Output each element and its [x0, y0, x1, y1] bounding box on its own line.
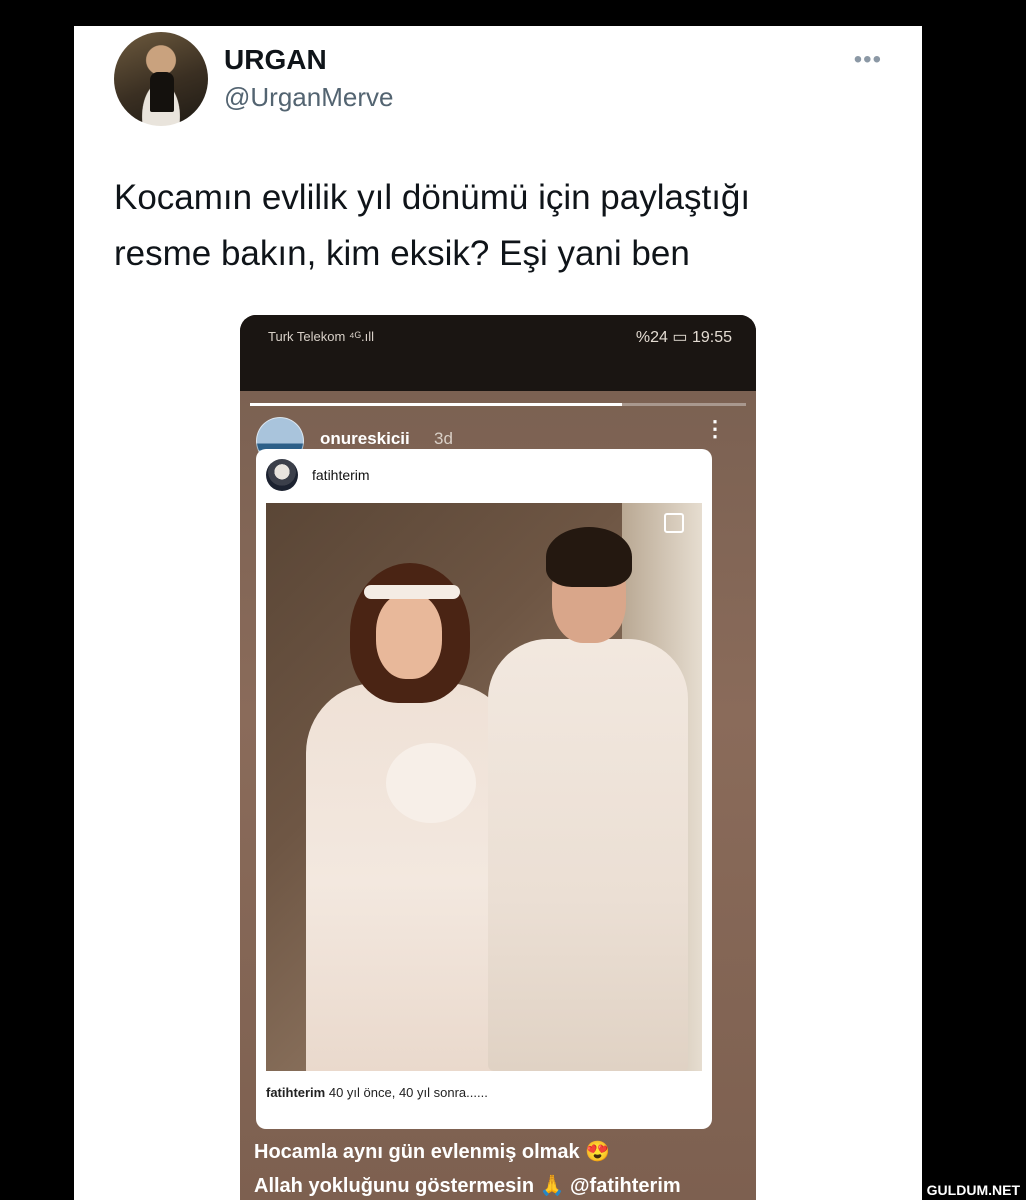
- overlay-line-2: Allah yokluğunu göstermesin 🙏 @fatihteri…: [254, 1175, 681, 1197]
- kebab-menu-icon[interactable]: ⋮: [704, 418, 726, 440]
- story-view: onureskicii 3d ⋮ fatihterim fatihterim 4…: [240, 391, 756, 1200]
- story-progress-bar: [250, 403, 746, 406]
- story-timestamp: 3d: [434, 429, 453, 448]
- caption-text: 40 yıl önce, 40 yıl sonra......: [325, 1085, 488, 1100]
- bride-figure: [306, 563, 516, 1071]
- display-name[interactable]: URGAN: [224, 44, 327, 76]
- carrier-name: Turk Telekom: [268, 329, 346, 344]
- story-overlay-text: Hocamla aynı gün evlenmiş olmak 😍 Allah …: [254, 1135, 754, 1200]
- tweet-text-line-2: resme bakın, kim eksik? Eşi yani ben: [114, 234, 690, 273]
- signal-icon: ⁴ᴳ.ıll: [348, 329, 374, 344]
- wedding-photo: [266, 503, 702, 1071]
- shared-post[interactable]: fatihterim fatihterim 40 yıl önce, 40 yı…: [256, 449, 712, 1129]
- phone-status-bar: Turk Telekom ⁴ᴳ.ıll %24 ▭ 19:55: [240, 315, 756, 391]
- groom-figure: [488, 527, 688, 1071]
- post-avatar: [266, 459, 298, 491]
- post-caption: fatihterim 40 yıl önce, 40 yıl sonra....…: [266, 1085, 488, 1100]
- user-handle[interactable]: @UrganMerve: [224, 82, 393, 113]
- caption-username: fatihterim: [266, 1085, 326, 1100]
- tweet-text-line-1: Kocamın evlilik yıl dönümü için paylaştı…: [114, 178, 751, 217]
- story-username[interactable]: onureskicii: [320, 429, 410, 449]
- story-screenshot[interactable]: Turk Telekom ⁴ᴳ.ıll %24 ▭ 19:55 onureski…: [240, 315, 756, 1200]
- overlay-line-1: Hocamla aynı gün evlenmiş olmak 😍: [254, 1141, 611, 1163]
- battery-percent: %24: [635, 329, 668, 346]
- clock: 19:55: [691, 329, 732, 346]
- tweet-card: URGAN @UrganMerve ••• Kocamın evlilik yı…: [74, 26, 922, 1200]
- story-progress-fill: [250, 403, 622, 406]
- more-options-icon[interactable]: •••: [854, 46, 882, 74]
- post-header: fatihterim: [256, 449, 712, 501]
- tweet-text: Kocamın evlilik yıl dönümü için paylaştı…: [114, 170, 874, 282]
- site-watermark: GULDUM.NET: [926, 1182, 1020, 1198]
- profile-avatar[interactable]: [114, 32, 208, 126]
- battery-icon: ▭: [672, 329, 688, 346]
- post-username: fatihterim: [312, 467, 370, 483]
